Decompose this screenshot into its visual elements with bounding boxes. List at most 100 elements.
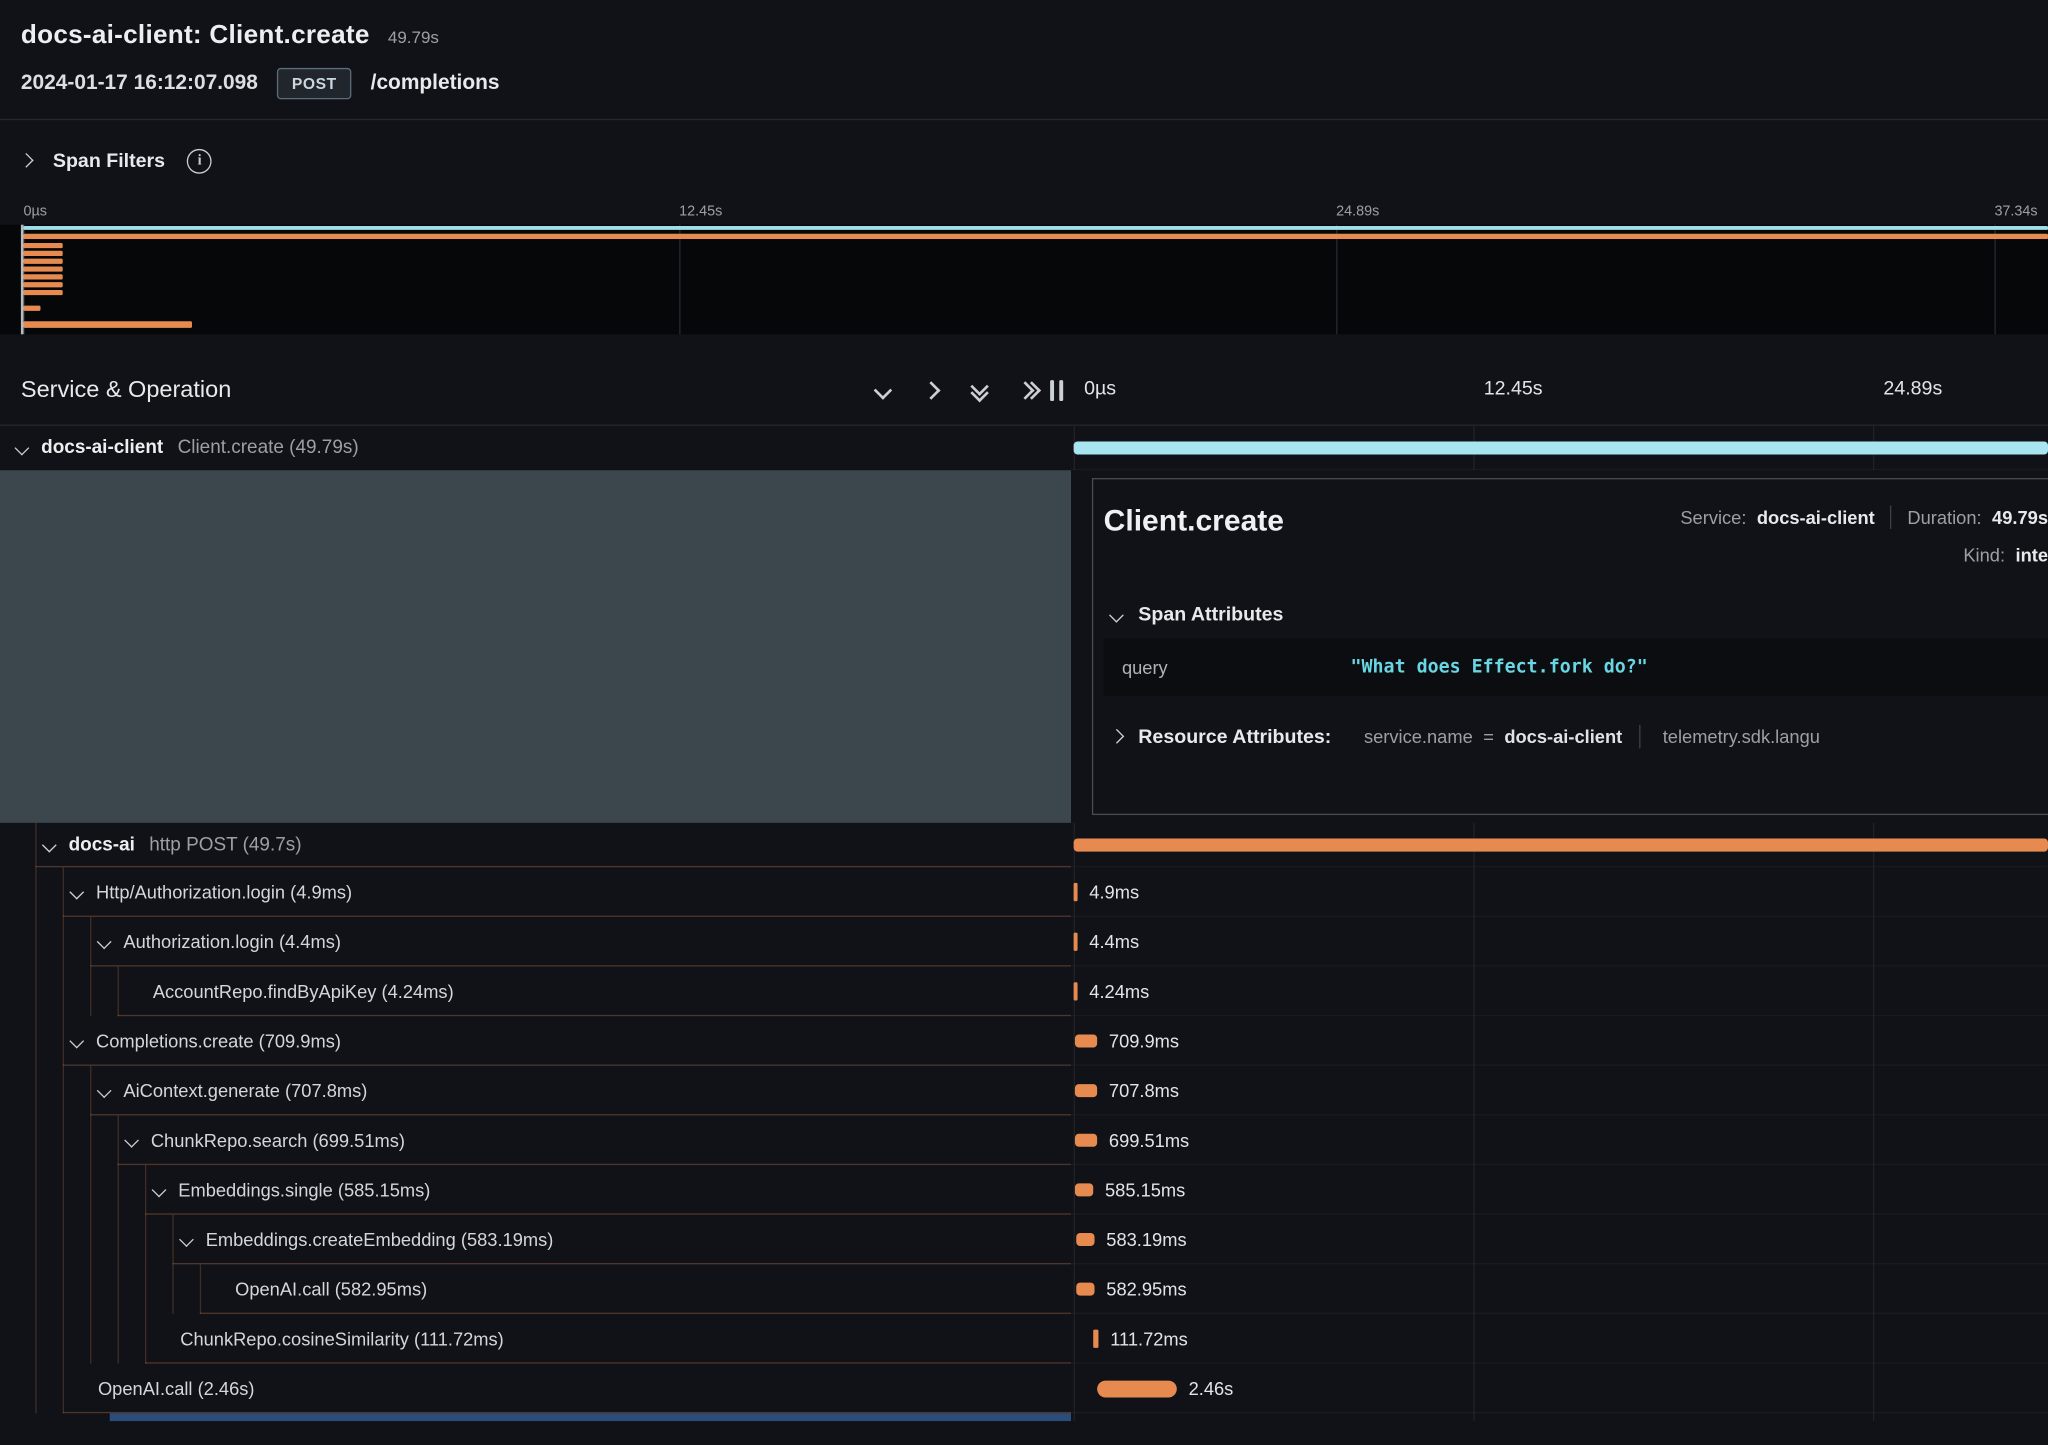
span-row[interactable]: ChunkRepo.search (699.51ms) 699.51ms xyxy=(0,1115,2048,1165)
page-title: docs-ai-client: Client.create xyxy=(21,21,370,51)
service-name: docs-ai xyxy=(69,835,135,856)
chevron-down-icon[interactable] xyxy=(97,1084,111,1098)
chevron-down-icon xyxy=(1109,608,1123,622)
span-duration-bar[interactable] xyxy=(1097,1380,1177,1397)
timeline-tick: 24.89s xyxy=(1883,377,1942,399)
span-duration-bar[interactable] xyxy=(1075,1133,1097,1146)
span-label: OpenAI.call (2.46s) xyxy=(98,1378,255,1399)
span-row[interactable]: Authorization.login (4.4ms) 4.4ms xyxy=(0,917,2048,967)
span-label: Embeddings.single (585.15ms) xyxy=(178,1179,430,1200)
chevron-down-icon[interactable] xyxy=(70,1034,84,1048)
minimap-span-bar xyxy=(24,274,63,279)
resource-attributes-toggle[interactable]: Resource Attributes: service.name = docs… xyxy=(1104,725,2048,749)
collapse-one-chevron-down-icon[interactable] xyxy=(874,381,892,399)
span-attributes-label: Span Attributes xyxy=(1138,603,1283,625)
span-duration-bar[interactable] xyxy=(1075,1083,1097,1096)
chevron-down-icon[interactable] xyxy=(152,1183,166,1197)
minimap-span-bar xyxy=(24,234,2048,239)
timeline-minimap[interactable]: 0µs 12.45s 24.89s 37.34s xyxy=(0,201,2048,334)
span-duration-bar[interactable] xyxy=(1076,1232,1094,1245)
span-duration-bar[interactable] xyxy=(1074,441,2048,454)
minimap-range-handle[interactable] xyxy=(21,225,24,335)
selected-row-sliver[interactable] xyxy=(110,1413,1071,1421)
span-duration-bar[interactable] xyxy=(1076,1282,1094,1295)
span-duration-bar[interactable] xyxy=(1075,1183,1093,1196)
resource-key: service.name xyxy=(1364,726,1473,747)
minimap-span-bar xyxy=(24,243,63,248)
span-duration-label: 707.8ms xyxy=(1109,1080,1179,1101)
minimap-tick: 37.34s xyxy=(1994,204,2037,220)
attribute-row[interactable]: query "What does Effect.fork do?" xyxy=(1104,639,2048,696)
span-row-client-create[interactable]: docs-ai-client Client.create (49.79s) xyxy=(0,426,2048,470)
expand-one-chevron-right-icon[interactable] xyxy=(922,381,940,399)
span-detail-panel: Client.create Service:docs-ai-client Dur… xyxy=(1092,478,2048,815)
span-duration-bar[interactable] xyxy=(1074,982,1078,1000)
span-label: AccountRepo.findByApiKey (4.24ms) xyxy=(153,981,454,1002)
span-filters-toggle[interactable]: Span Filters i xyxy=(0,120,2048,201)
minimap-grid-line xyxy=(679,225,680,335)
chevron-down-icon[interactable] xyxy=(15,441,29,455)
detail-duration-value: 49.79s xyxy=(1992,507,2048,528)
span-label: http POST (49.7s) xyxy=(149,835,301,856)
resource-preview: service.name = docs-ai-client xyxy=(1364,726,1622,747)
chevron-down-icon[interactable] xyxy=(180,1233,194,1247)
column-resize-handle[interactable] xyxy=(1050,379,1063,400)
minimap-span-bar xyxy=(24,290,63,295)
span-duration-label: 4.24ms xyxy=(1089,980,1149,1001)
trace-duration: 49.79s xyxy=(388,27,439,47)
minimap-canvas[interactable] xyxy=(0,225,2048,335)
span-duration-label: 699.51ms xyxy=(1109,1129,1189,1150)
span-row-http-post[interactable]: docs-ai http POST (49.7s) xyxy=(0,823,2048,867)
span-detail-section: Client.create Service:docs-ai-client Dur… xyxy=(0,470,2048,823)
span-row[interactable]: Http/Authorization.login (4.9ms) 4.9ms xyxy=(0,867,2048,917)
span-row[interactable]: ChunkRepo.cosineSimilarity (111.72ms) 11… xyxy=(0,1314,2048,1364)
minimap-grid-line xyxy=(1336,225,1337,335)
span-label: AiContext.generate (707.8ms) xyxy=(123,1080,367,1101)
trace-header: docs-ai-client: Client.create 49.79s 202… xyxy=(0,0,2048,119)
span-duration-bar[interactable] xyxy=(1075,1034,1097,1047)
minimap-span-bar xyxy=(24,266,63,271)
span-attributes-toggle[interactable]: Span Attributes xyxy=(1104,603,2048,625)
detail-kind-label: Kind: xyxy=(1963,545,2005,566)
chevron-right-icon xyxy=(19,154,33,168)
info-icon[interactable]: i xyxy=(187,148,212,173)
expand-all-double-chevron-right-icon[interactable] xyxy=(1021,383,1034,396)
chevron-down-icon[interactable] xyxy=(42,838,56,852)
span-row[interactable]: Embeddings.createEmbedding (583.19ms) 58… xyxy=(0,1215,2048,1265)
chevron-down-icon[interactable] xyxy=(97,935,111,949)
span-duration-label: 583.19ms xyxy=(1106,1228,1186,1249)
detail-duration-label: Duration: xyxy=(1907,507,1981,528)
span-row[interactable]: Completions.create (709.9ms) 709.9ms xyxy=(0,1016,2048,1066)
span-row[interactable]: OpenAI.call (2.46s) 2.46s xyxy=(0,1364,2048,1414)
meta-divider xyxy=(1639,725,1640,749)
trace-viewer-app: docs-ai-client: Client.create 49.79s 202… xyxy=(0,0,2048,1445)
trace-timestamp: 2024-01-17 16:12:07.098 xyxy=(21,72,258,96)
span-duration-bar[interactable] xyxy=(1074,882,1078,900)
span-row[interactable]: OpenAI.call (582.95ms) 582.95ms xyxy=(0,1264,2048,1314)
service-operation-title: Service & Operation xyxy=(21,376,877,403)
span-duration-label: 2.46s xyxy=(1189,1377,1234,1398)
span-tree: docs-ai-client Client.create (49.79s) Cl… xyxy=(0,426,2048,1421)
row-separator xyxy=(63,1412,1071,1413)
http-method-badge: POST xyxy=(278,68,352,99)
timeline-tick: 0µs xyxy=(1084,377,1116,399)
detail-meta: Service:docs-ai-client Duration:49.79s K… xyxy=(1680,505,2048,565)
minimap-span-bar xyxy=(24,321,192,328)
collapse-all-double-chevron-down-icon[interactable] xyxy=(973,383,986,396)
span-duration-bar[interactable] xyxy=(1093,1329,1098,1347)
span-row[interactable]: AccountRepo.findByApiKey (4.24ms) 4.24ms xyxy=(0,967,2048,1017)
span-duration-bar[interactable] xyxy=(1074,838,2048,851)
timeline-axis: 0µs 12.45s 24.89s xyxy=(1071,355,2048,424)
span-label: ChunkRepo.search (699.51ms) xyxy=(151,1130,405,1151)
minimap-tick: 24.89s xyxy=(1336,204,1379,220)
equals-sign: = xyxy=(1483,726,1494,747)
next-row-partial xyxy=(0,1413,2048,1421)
span-duration-label: 585.15ms xyxy=(1105,1179,1185,1200)
chevron-down-icon[interactable] xyxy=(70,885,84,899)
span-duration-bar[interactable] xyxy=(1074,932,1078,950)
attribute-value: "What does Effect.fork do?" xyxy=(1351,657,1648,678)
chevron-down-icon[interactable] xyxy=(125,1133,139,1147)
span-row[interactable]: Embeddings.single (585.15ms) 585.15ms xyxy=(0,1165,2048,1215)
span-detail-backdrop xyxy=(0,470,1071,823)
span-row[interactable]: AiContext.generate (707.8ms) 707.8ms xyxy=(0,1066,2048,1116)
